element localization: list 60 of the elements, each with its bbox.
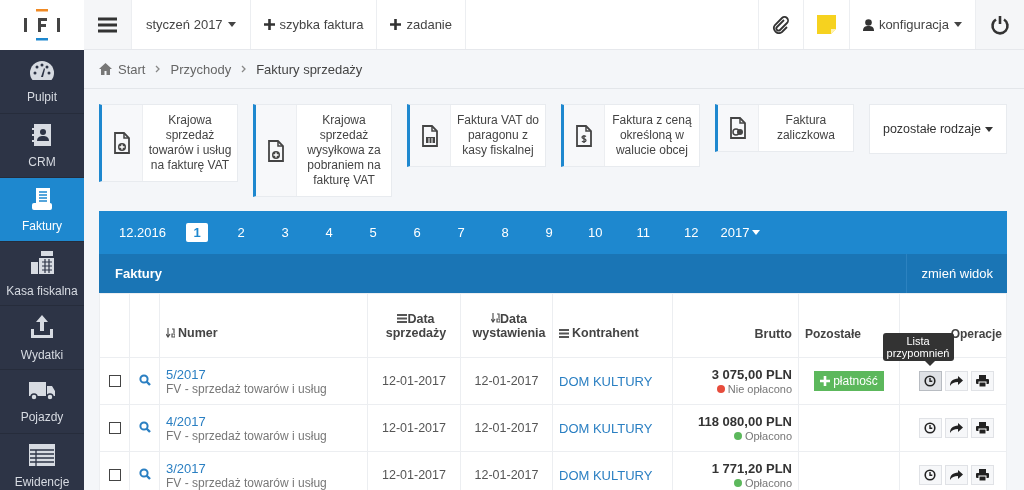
- nav-item[interactable]: Kasa fiskalna: [0, 242, 84, 306]
- column-header[interactable]: Numer: [166, 326, 218, 340]
- payment-status: Opłacono: [744, 429, 792, 442]
- table-cell: 12-01-2017: [382, 421, 446, 435]
- add-payment-button[interactable]: płatność: [814, 371, 884, 391]
- month-tab[interactable]: 8: [494, 223, 516, 242]
- nav-item[interactable]: Faktury: [0, 178, 84, 242]
- month-tab[interactable]: 3: [274, 223, 296, 242]
- card-label: Krajowa sprzedaż towarów i usług na fakturę VAT: [148, 113, 232, 172]
- card-label: Faktura VAT do paragonu z kasy fiskalnej: [456, 113, 539, 157]
- column-header: Brutto: [754, 326, 792, 341]
- card-label: Faktura zaliczkowa: [776, 113, 835, 142]
- table-cell: 12-01-2017: [474, 421, 539, 435]
- invoice-number-link[interactable]: 5/2017: [166, 366, 206, 382]
- invoice-type-card[interactable]: Krajowa sprzedaż towarów i usług na fakturę VAT: [99, 104, 238, 182]
- invoice-type: FV - sprzedaż towarów i usług: [166, 475, 327, 490]
- more-types-dropdown[interactable]: pozostałe rodzaje: [868, 104, 1007, 154]
- month-tab[interactable]: 5: [362, 223, 384, 242]
- month-tab[interactable]: 7: [450, 223, 472, 242]
- nav-item[interactable]: Pulpit: [0, 50, 84, 114]
- invoice-type: FV - sprzedaż towarów i usług: [166, 428, 327, 443]
- panel-title: Faktury: [114, 266, 163, 281]
- invoice-type-card[interactable]: Faktura VAT do paragonu z kasy fiskalnej: [406, 104, 546, 167]
- invoice-number-link[interactable]: 4/2017: [166, 413, 206, 429]
- gross-amount: 1 771,20 PLN: [711, 460, 792, 476]
- payment-status: Nie opłacono: [727, 382, 792, 395]
- card-label: Faktura z ceną określoną w walucie obcej: [612, 113, 692, 157]
- column-header[interactable]: Kontrahent: [559, 326, 639, 341]
- table-cell: 12-01-2017: [382, 374, 446, 388]
- gross-amount: 118 080,00 PLN: [698, 413, 792, 429]
- nav-item[interactable]: Wydatki: [0, 306, 84, 370]
- invoice-type: FV - sprzedaż towarów i usług: [166, 381, 327, 396]
- invoice-type-card[interactable]: Faktura zaliczkowa: [714, 104, 854, 152]
- payment-status: Opłacono: [744, 476, 792, 489]
- month-link[interactable]: 12.2016: [113, 223, 172, 242]
- invoice-number-link[interactable]: 3/2017: [166, 460, 206, 476]
- breadcrumb-link[interactable]: Przychody: [170, 61, 232, 77]
- month-tab[interactable]: 6: [406, 223, 428, 242]
- month-tab[interactable]: 1: [186, 223, 208, 242]
- invoice-type-card[interactable]: Faktura z ceną określoną w walucie obcej: [560, 104, 700, 167]
- column-header: Pozostałe: [805, 326, 861, 341]
- month-tab[interactable]: 4: [318, 223, 340, 242]
- month-tab[interactable]: 11: [630, 223, 656, 242]
- year-dropdown[interactable]: 2017: [714, 224, 767, 241]
- table-cell: 12-01-2017: [382, 468, 446, 482]
- month-tab[interactable]: 9: [538, 223, 560, 242]
- month-tab[interactable]: 12: [677, 223, 705, 242]
- month-tab[interactable]: 2: [230, 223, 252, 242]
- change-view-button[interactable]: zmień widok: [906, 254, 1007, 293]
- breadcrumb-link[interactable]: Start: [118, 61, 146, 77]
- table-cell: 12-01-2017: [474, 374, 539, 388]
- tooltip: Lista przypomnień: [882, 333, 954, 366]
- invoice-type-card[interactable]: Krajowa sprzedaż wysyłkowa za pobraniem na fakturę VAT: [253, 104, 392, 197]
- month-tab[interactable]: 10: [582, 223, 609, 242]
- card-label: Krajowa sprzedaż wysyłkowa za pobraniem na fakturę VAT: [307, 113, 381, 187]
- nav-item[interactable]: Ewidencje: [0, 434, 84, 490]
- gross-amount: 3 075,00 PLN: [711, 366, 792, 382]
- nav-item[interactable]: Pojazdy: [0, 370, 84, 434]
- table-cell: 12-01-2017: [474, 468, 539, 482]
- breadcrumb-current: Faktury sprzedaży: [256, 61, 363, 77]
